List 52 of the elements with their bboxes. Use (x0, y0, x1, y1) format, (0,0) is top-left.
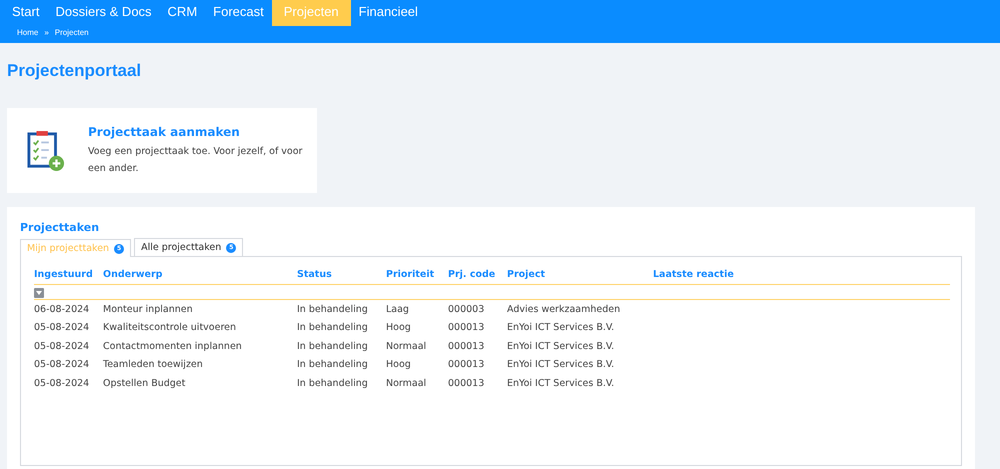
column-header[interactable]: Prj. code (448, 269, 507, 284)
table-cell: 000003 (448, 300, 507, 318)
table-cell-text: In behandeling (297, 376, 369, 391)
action-card[interactable]: Projecttaak aanmaken Voeg een projecttaak toe. Voor jezelf, of voor een ander. (7, 108, 317, 193)
table-cell-text: Hoog (386, 321, 412, 336)
table-cell: Advies werkzaamheden (507, 300, 653, 318)
breadcrumb-link[interactable]: Home (17, 28, 38, 38)
filter-icon[interactable] (34, 288, 44, 298)
table-cell: 05-08-2024 (34, 356, 103, 374)
table-cell-text: Hoog (386, 358, 412, 372)
column-header[interactable]: Prioriteit (386, 269, 448, 284)
table-cell-text: Kwaliteitscontrole uitvoeren (103, 321, 238, 336)
table-cell-text: Normaal (386, 340, 428, 354)
section-title: Projecttaken (20, 221, 100, 236)
table-cell-text: Normaal (386, 376, 428, 391)
table-cell: Laag (386, 300, 448, 318)
table-cell-text: 000013 (448, 376, 486, 391)
table-cell: In behandeling (297, 300, 386, 318)
column-header[interactable]: Status (297, 269, 386, 284)
nav-tab[interactable]: Start (4, 0, 48, 26)
card-description: Voeg een projecttaak toe. Voor jezelf, of voor een ander. (88, 144, 303, 176)
table-cell-text: EnYoi ICT Services B.V. (507, 340, 616, 354)
card-title: Projecttaak aanmaken (88, 124, 241, 138)
breadcrumb-link[interactable]: Projecten (54, 28, 89, 38)
breadcrumb-separator: » (44, 28, 49, 38)
nav-tab[interactable]: Dossiers & Docs (47, 0, 160, 26)
table-cell-text: Contactmomenten inplannen (103, 340, 243, 354)
table-cell-text: EnYoi ICT Services B.V. (507, 321, 616, 336)
table-cell-text: 000013 (448, 340, 486, 354)
table-cell-text: EnYoi ICT Services B.V. (507, 376, 616, 391)
table-cell: Monteur inplannen (103, 300, 297, 318)
table-cell-text: 05-08-2024 (34, 321, 90, 336)
column-header[interactable]: Project (507, 269, 653, 284)
table-cell-text: EnYoi ICT Services B.V. (507, 358, 616, 372)
table-cell-text: In behandeling (297, 340, 369, 354)
nav-tab[interactable]: Forecast (205, 0, 272, 26)
column-header[interactable]: Laatste reactie (653, 269, 950, 284)
column-header[interactable]: Onderwerp (103, 269, 297, 284)
table-cell-text: 05-08-2024 (34, 340, 90, 354)
table-cell-text: 000013 (448, 321, 486, 336)
table-cell-text: Opstellen Budget (103, 376, 186, 391)
column-header[interactable]: Ingestuurd (34, 269, 103, 284)
clipboard-add-icon (27, 130, 65, 172)
table-cell: 06-08-2024 (34, 300, 103, 318)
nav-tab[interactable]: Financieel (350, 0, 426, 26)
table-cell-text: 05-08-2024 (34, 376, 90, 391)
page-title: Projectenportaal (7, 61, 142, 82)
table-cell-text: In behandeling (297, 321, 369, 336)
nav-tab[interactable]: CRM (160, 0, 206, 26)
table-cell-text: 000013 (448, 358, 486, 372)
table-cell-text: Teamleden toewijzen (103, 358, 204, 372)
table-cell-text: In behandeling (297, 358, 369, 372)
